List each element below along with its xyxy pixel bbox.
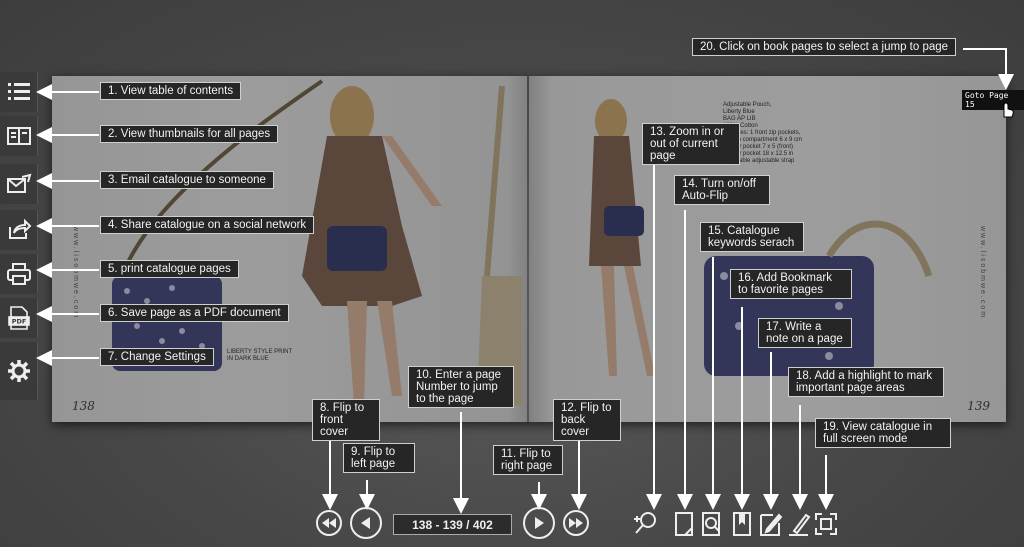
- autoflip-button[interactable]: [671, 511, 697, 537]
- email-button[interactable]: [0, 164, 38, 204]
- search-icon: [702, 512, 720, 536]
- callout-email: 3. Email catalogue to someone: [100, 171, 274, 189]
- callout-bookmark: 16. Add Bookmark to favorite pages: [730, 269, 852, 299]
- first-page-button[interactable]: [316, 510, 342, 536]
- list-icon: [7, 83, 30, 100]
- autoflip-icon: [675, 512, 693, 536]
- next-page-icon: [535, 517, 544, 529]
- toc-button[interactable]: [0, 72, 38, 112]
- pdf-button[interactable]: PDF: [0, 298, 38, 338]
- print-button[interactable]: [0, 254, 38, 294]
- zoom-icon: [634, 512, 656, 534]
- email-icon: [6, 173, 31, 193]
- fullscreen-icon: [815, 513, 837, 535]
- last-page-button[interactable]: [563, 510, 589, 536]
- search-button[interactable]: [699, 511, 725, 537]
- callout-share: 4. Share catalogue on a social network: [100, 216, 315, 234]
- callout-back-cover: 12. Flip to back cover: [553, 399, 621, 441]
- settings-icon: [7, 360, 30, 382]
- next-page-button[interactable]: [523, 507, 555, 539]
- highlight-button[interactable]: [786, 511, 812, 537]
- thumbnails-button[interactable]: [0, 116, 38, 156]
- note-icon: [760, 513, 783, 536]
- callout-page-number: 10. Enter a page Number to jump to the p…: [408, 366, 514, 408]
- note-button[interactable]: [757, 511, 783, 537]
- print-icon: [6, 263, 31, 285]
- callout-left-page: 9. Flip to left page: [343, 443, 415, 473]
- prev-page-button[interactable]: [350, 507, 382, 539]
- callout-pdf: 6. Save page as a PDF document: [100, 304, 289, 322]
- fullscreen-button[interactable]: [813, 511, 839, 537]
- callout-settings: 7. Change Settings: [100, 348, 214, 366]
- hand-cursor-icon: [1003, 102, 1014, 118]
- callout-note: 17. Write a note on a page: [758, 318, 852, 348]
- pdf-icon: PDF: [7, 306, 30, 330]
- callout-right-page: 11. Flip to right page: [493, 445, 563, 475]
- first-page-icon: [322, 518, 336, 528]
- callout-thumbnails: 2. View thumbnails for all pages: [100, 125, 279, 143]
- settings-button[interactable]: [0, 342, 38, 400]
- page-number-input[interactable]: 138 - 139 / 402: [393, 514, 512, 535]
- prev-page-icon: [361, 517, 370, 529]
- callout-print: 5. print catalogue pages: [100, 260, 239, 278]
- svg-text:PDF: PDF: [11, 318, 26, 326]
- last-page-icon: [569, 518, 583, 528]
- share-icon: [8, 218, 31, 239]
- callout-toc: 1. View table of contents: [100, 82, 242, 100]
- highlight-icon: [789, 513, 811, 536]
- callout-highlight: 18. Add a highlight to mark important pa…: [788, 367, 944, 397]
- callout-goto-page: 20. Click on book pages to select a jump…: [692, 38, 957, 56]
- zoom-button[interactable]: [632, 509, 660, 537]
- bookmark-icon: [733, 512, 751, 536]
- callout-search: 15. Catalogue keywords serach: [700, 222, 804, 252]
- callout-front-cover: 8. Flip to front cover: [312, 399, 380, 441]
- callout-zoom: 13. Zoom in or out of current page: [642, 123, 740, 165]
- share-button[interactable]: [0, 210, 38, 250]
- thumbnails-icon: [6, 127, 31, 145]
- callout-fullscreen: 19. View catalogue in full screen mode: [815, 418, 951, 448]
- callout-autoflip: 14. Turn on/off Auto-Flip: [674, 175, 770, 205]
- bookmark-button[interactable]: [729, 511, 755, 537]
